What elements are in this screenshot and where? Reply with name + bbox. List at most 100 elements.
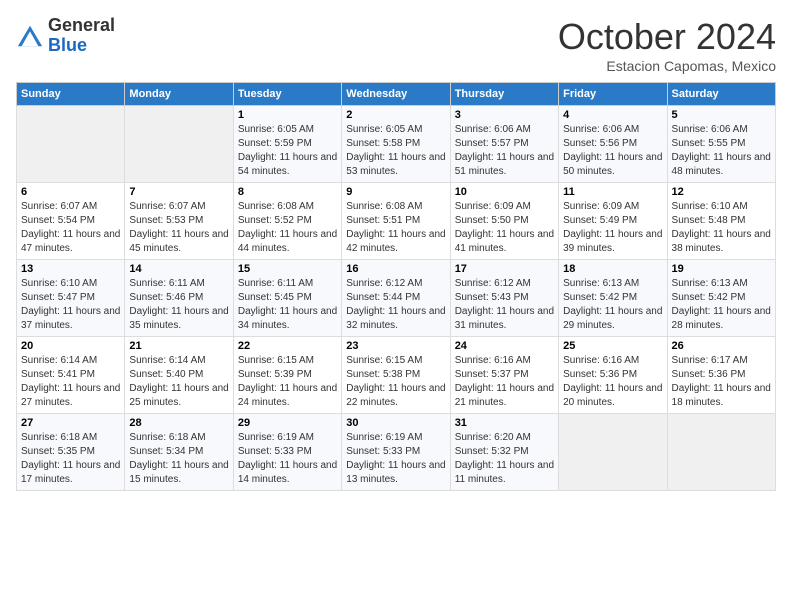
calendar-cell: 29 Sunrise: 6:19 AM Sunset: 5:33 PM Dayli… [233,414,341,491]
day-number: 11 [563,186,662,198]
day-info: Sunrise: 6:18 AM Sunset: 5:35 PM Dayligh… [21,431,120,487]
day-info: Sunrise: 6:11 AM Sunset: 5:45 PM Dayligh… [238,277,337,333]
day-number: 24 [455,340,554,352]
calendar-table: SundayMondayTuesdayWednesdayThursdayFrid… [16,82,776,491]
calendar-cell [667,414,775,491]
day-info: Sunrise: 6:08 AM Sunset: 5:51 PM Dayligh… [346,200,445,256]
day-number: 18 [563,263,662,275]
calendar-cell: 6 Sunrise: 6:07 AM Sunset: 5:54 PM Daylig… [17,183,125,260]
day-number: 25 [563,340,662,352]
page-header: General Blue October 2024 Estacion Capom… [16,16,776,74]
calendar-cell [559,414,667,491]
day-info: Sunrise: 6:12 AM Sunset: 5:44 PM Dayligh… [346,277,445,333]
week-row-3: 13Sunrise: 6:10 AM Sunset: 5:47 PM Dayli… [17,260,776,337]
day-number: 22 [238,340,337,352]
calendar-header-row: SundayMondayTuesdayWednesdayThursdayFrid… [17,83,776,106]
calendar-cell: 11 Sunrise: 6:09 AM Sunset: 5:49 PM Dayli… [559,183,667,260]
calendar-cell: 28 Sunrise: 6:18 AM Sunset: 5:34 PM Dayli… [125,414,233,491]
calendar-cell: 27 Sunrise: 6:18 AM Sunset: 5:35 PM Dayli… [17,414,125,491]
day-number: 3 [455,109,554,121]
day-number: 15 [238,263,337,275]
day-number: 2 [346,109,445,121]
day-info: Sunrise: 6:14 AM Sunset: 5:41 PM Dayligh… [21,354,120,410]
day-info: Sunrise: 6:14 AM Sunset: 5:40 PM Dayligh… [129,354,228,410]
title-block: October 2024 Estacion Capomas, Mexico [558,16,776,74]
day-number: 27 [21,417,120,429]
calendar-cell: 19Sunrise: 6:13 AM Sunset: 5:42 PM Dayli… [667,260,775,337]
calendar-cell: 4 Sunrise: 6:06 AM Sunset: 5:56 PM Daylig… [559,106,667,183]
calendar-cell: 25Sunrise: 6:16 AM Sunset: 5:36 PM Dayli… [559,337,667,414]
day-number: 17 [455,263,554,275]
day-number: 6 [21,186,120,198]
calendar-cell: 23 Sunrise: 6:15 AM Sunset: 5:38 PM Dayli… [342,337,450,414]
logo: General Blue [16,16,115,56]
calendar-cell: 7 Sunrise: 6:07 AM Sunset: 5:53 PM Daylig… [125,183,233,260]
day-info: Sunrise: 6:17 AM Sunset: 5:36 PM Dayligh… [672,354,771,410]
week-row-5: 27 Sunrise: 6:18 AM Sunset: 5:35 PM Dayli… [17,414,776,491]
calendar-cell: 14Sunrise: 6:11 AM Sunset: 5:46 PM Dayli… [125,260,233,337]
day-info: Sunrise: 6:07 AM Sunset: 5:53 PM Dayligh… [129,200,228,256]
day-number: 13 [21,263,120,275]
day-info: Sunrise: 6:15 AM Sunset: 5:38 PM Dayligh… [346,354,445,410]
day-number: 31 [455,417,554,429]
calendar-cell: 5 Sunrise: 6:06 AM Sunset: 5:55 PM Daylig… [667,106,775,183]
day-info: Sunrise: 6:05 AM Sunset: 5:59 PM Dayligh… [238,123,337,179]
column-header-thursday: Thursday [450,83,558,106]
day-number: 10 [455,186,554,198]
day-number: 12 [672,186,771,198]
calendar-cell: 17Sunrise: 6:12 AM Sunset: 5:43 PM Dayli… [450,260,558,337]
day-info: Sunrise: 6:11 AM Sunset: 5:46 PM Dayligh… [129,277,228,333]
day-info: Sunrise: 6:19 AM Sunset: 5:33 PM Dayligh… [346,431,445,487]
day-number: 23 [346,340,445,352]
day-number: 28 [129,417,228,429]
day-info: Sunrise: 6:06 AM Sunset: 5:55 PM Dayligh… [672,123,771,179]
calendar-cell: 12 Sunrise: 6:10 AM Sunset: 5:48 PM Dayli… [667,183,775,260]
day-info: Sunrise: 6:09 AM Sunset: 5:49 PM Dayligh… [563,200,662,256]
calendar-cell: 16 Sunrise: 6:12 AM Sunset: 5:44 PM Dayli… [342,260,450,337]
calendar-cell: 2Sunrise: 6:05 AM Sunset: 5:58 PM Daylig… [342,106,450,183]
column-header-wednesday: Wednesday [342,83,450,106]
day-number: 21 [129,340,228,352]
calendar-cell: 18 Sunrise: 6:13 AM Sunset: 5:42 PM Dayli… [559,260,667,337]
day-number: 26 [672,340,771,352]
day-info: Sunrise: 6:19 AM Sunset: 5:33 PM Dayligh… [238,431,337,487]
calendar-cell: 21 Sunrise: 6:14 AM Sunset: 5:40 PM Dayli… [125,337,233,414]
calendar-cell: 30 Sunrise: 6:19 AM Sunset: 5:33 PM Dayli… [342,414,450,491]
calendar-cell: 15 Sunrise: 6:11 AM Sunset: 5:45 PM Dayli… [233,260,341,337]
month-title: October 2024 [558,16,776,58]
day-info: Sunrise: 6:06 AM Sunset: 5:57 PM Dayligh… [455,123,554,179]
calendar-cell: 31 Sunrise: 6:20 AM Sunset: 5:32 PM Dayli… [450,414,558,491]
logo-blue-text: Blue [48,35,87,55]
day-number: 30 [346,417,445,429]
calendar-cell: 3 Sunrise: 6:06 AM Sunset: 5:57 PM Daylig… [450,106,558,183]
day-info: Sunrise: 6:08 AM Sunset: 5:52 PM Dayligh… [238,200,337,256]
day-number: 9 [346,186,445,198]
day-number: 8 [238,186,337,198]
day-info: Sunrise: 6:07 AM Sunset: 5:54 PM Dayligh… [21,200,120,256]
day-info: Sunrise: 6:06 AM Sunset: 5:56 PM Dayligh… [563,123,662,179]
day-info: Sunrise: 6:10 AM Sunset: 5:48 PM Dayligh… [672,200,771,256]
day-info: Sunrise: 6:09 AM Sunset: 5:50 PM Dayligh… [455,200,554,256]
day-info: Sunrise: 6:13 AM Sunset: 5:42 PM Dayligh… [672,277,771,333]
calendar-cell: 1Sunrise: 6:05 AM Sunset: 5:59 PM Daylig… [233,106,341,183]
logo-general-text: General [48,15,115,35]
week-row-1: 1Sunrise: 6:05 AM Sunset: 5:59 PM Daylig… [17,106,776,183]
calendar-cell: 9 Sunrise: 6:08 AM Sunset: 5:51 PM Daylig… [342,183,450,260]
day-info: Sunrise: 6:18 AM Sunset: 5:34 PM Dayligh… [129,431,228,487]
week-row-2: 6 Sunrise: 6:07 AM Sunset: 5:54 PM Daylig… [17,183,776,260]
calendar-cell: 24Sunrise: 6:16 AM Sunset: 5:37 PM Dayli… [450,337,558,414]
calendar-cell: 8 Sunrise: 6:08 AM Sunset: 5:52 PM Daylig… [233,183,341,260]
calendar-cell: 20Sunrise: 6:14 AM Sunset: 5:41 PM Dayli… [17,337,125,414]
day-number: 5 [672,109,771,121]
column-header-friday: Friday [559,83,667,106]
day-info: Sunrise: 6:20 AM Sunset: 5:32 PM Dayligh… [455,431,554,487]
column-header-sunday: Sunday [17,83,125,106]
week-row-4: 20Sunrise: 6:14 AM Sunset: 5:41 PM Dayli… [17,337,776,414]
calendar-cell: 10 Sunrise: 6:09 AM Sunset: 5:50 PM Dayli… [450,183,558,260]
day-number: 29 [238,417,337,429]
day-number: 16 [346,263,445,275]
day-number: 4 [563,109,662,121]
calendar-cell [125,106,233,183]
day-number: 7 [129,186,228,198]
day-info: Sunrise: 6:13 AM Sunset: 5:42 PM Dayligh… [563,277,662,333]
